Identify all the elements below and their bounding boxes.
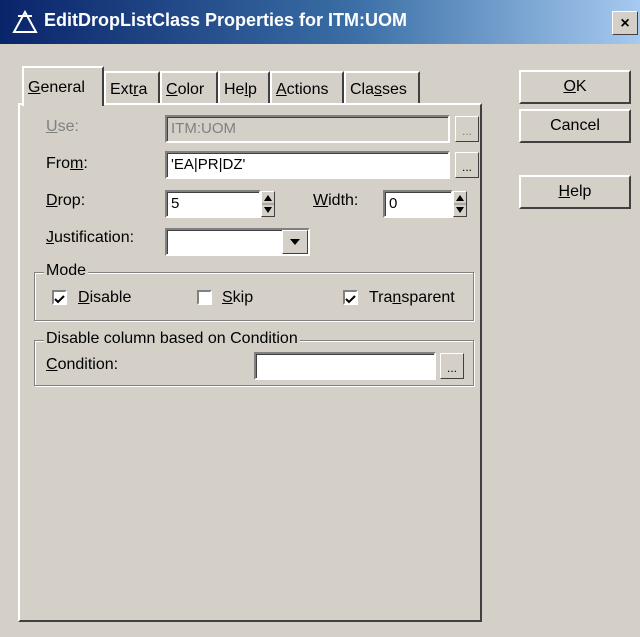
- tab-label: ses: [382, 81, 407, 98]
- tab-label: Ext: [110, 81, 134, 98]
- tab-label: eneral: [40, 79, 85, 96]
- cancel-button[interactable]: Cancel: [519, 109, 631, 143]
- tab-label: a: [138, 81, 148, 98]
- width-label: Width:: [313, 192, 359, 209]
- condition-label: Condition:: [46, 356, 119, 373]
- use-field[interactable]: ITM:UOM: [165, 115, 450, 143]
- checkmark-icon: [345, 295, 356, 304]
- justification-dropdown-button[interactable]: [282, 230, 308, 254]
- tab-classes[interactable]: Classes: [344, 71, 420, 104]
- skip-label[interactable]: Skip: [222, 289, 253, 307]
- dropdown-arrow-icon: [290, 239, 300, 245]
- tab-mnemonic: A: [276, 81, 287, 98]
- app-icon: [12, 10, 38, 33]
- from-ellipsis-button[interactable]: ...: [455, 152, 479, 178]
- transparent-label[interactable]: Transparent: [369, 289, 455, 307]
- ok-button[interactable]: OK: [519, 70, 631, 104]
- close-icon: ×: [620, 15, 630, 32]
- spin-up-down-icon: [454, 195, 466, 213]
- condition-legend: Disable column based on Condition: [44, 330, 300, 348]
- condition-field[interactable]: [254, 352, 436, 380]
- tab-label: Cla: [350, 81, 375, 98]
- justification-label: Justification:: [46, 229, 135, 246]
- disable-checkbox[interactable]: [52, 290, 67, 305]
- drop-field[interactable]: 5: [165, 190, 261, 218]
- tab-mnemonic: s: [374, 81, 383, 98]
- mode-legend: Mode: [44, 262, 89, 280]
- tab-label: ctions: [286, 81, 329, 98]
- drop-label: Drop:: [46, 192, 86, 209]
- title-bar[interactable]: EditDropListClass Properties for ITM:UOM…: [0, 0, 640, 44]
- checkmark-icon: [54, 295, 65, 304]
- drop-spinner[interactable]: [261, 191, 275, 217]
- transparent-checkbox[interactable]: [343, 290, 358, 305]
- tab-mnemonic: C: [166, 81, 178, 98]
- use-label: Use:: [46, 118, 79, 135]
- window-title: EditDropListClass Properties for ITM:UOM: [44, 10, 408, 30]
- spin-up-down-icon: [262, 195, 274, 213]
- disable-label[interactable]: Disable: [78, 289, 131, 307]
- close-button[interactable]: ×: [612, 11, 638, 35]
- tab-help[interactable]: Help: [218, 71, 270, 104]
- from-field[interactable]: 'EA|PR|DZ': [165, 151, 450, 179]
- tab-color[interactable]: Color: [160, 71, 218, 104]
- width-field[interactable]: 0: [383, 190, 453, 218]
- condition-ellipsis-button[interactable]: ...: [440, 353, 464, 379]
- skip-checkbox[interactable]: [197, 290, 212, 305]
- tab-label: olor: [177, 81, 205, 98]
- use-ellipsis-button[interactable]: ...: [455, 116, 479, 142]
- tab-label: p: [248, 81, 257, 98]
- help-button[interactable]: Help: [519, 175, 631, 209]
- tab-mnemonic: G: [28, 79, 41, 96]
- tab-label: He: [224, 81, 245, 98]
- tab-general[interactable]: General: [22, 66, 104, 106]
- width-spinner[interactable]: [453, 191, 467, 217]
- tab-extra[interactable]: Extra: [104, 71, 160, 104]
- from-label: From:: [46, 155, 88, 172]
- tab-actions[interactable]: Actions: [270, 71, 344, 104]
